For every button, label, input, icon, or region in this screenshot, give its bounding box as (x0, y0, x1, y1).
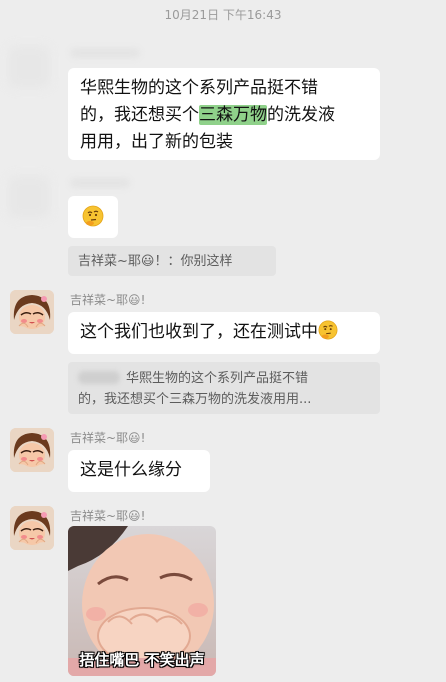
girl-avatar-icon (10, 428, 54, 472)
message-bubble[interactable]: 这是什么缘分 (68, 450, 210, 492)
sender-name: 吉祥菜~耶😃! (70, 293, 146, 307)
sender-name: 吉祥菜~耶😃! (70, 509, 146, 523)
quote-line: 华熙生物的这个系列产品挺不错 (78, 368, 370, 389)
message-line: 的，我还想买个三森万物的洗发液 (80, 102, 368, 129)
blurred-avatar (8, 46, 50, 88)
thinking-face-emoji-icon (318, 320, 338, 340)
thinking-face-emoji-icon (82, 205, 104, 227)
sender-name: 吉祥菜~耶😃! (70, 431, 146, 445)
sticker-image[interactable]: 捂住嘴巴 不笑出声 (68, 526, 216, 676)
message-line: 华熙生物的这个系列产品挺不错 (80, 78, 318, 98)
sticker-caption: 捂住嘴巴 不笑出声 (79, 651, 205, 669)
quoted-reply[interactable]: 吉祥菜~耶😃！：你别这样 (68, 246, 276, 276)
quote-line: 的，我还想买个三森万物的洗发液用用... (78, 392, 312, 407)
message-bubble[interactable] (68, 196, 118, 238)
message-text: 这是什么缘分 (80, 460, 182, 480)
message-bubble[interactable]: 这个我们也收到了，还在测试中 (68, 312, 380, 354)
message-text: 的洗发液 (267, 105, 335, 125)
avatar[interactable] (10, 428, 54, 472)
timestamp: 10月21日 下午16:43 (164, 8, 282, 22)
blurred-sender-name (70, 48, 140, 58)
highlighted-text: 三森万物 (199, 105, 267, 125)
quote-text: 华熙生物的这个系列产品挺不错 (126, 371, 309, 386)
message-line: 用用，出了新的包装 (80, 132, 233, 152)
girl-avatar-icon (10, 506, 54, 550)
quoted-reply[interactable]: 华熙生物的这个系列产品挺不错 的，我还想买个三森万物的洗发液用用... (68, 362, 380, 414)
message-text: 这个我们也收到了，还在测试中 (80, 322, 318, 342)
avatar[interactable] (10, 506, 54, 550)
blurred-avatar (8, 176, 50, 218)
blurred-quote-sender (78, 371, 120, 384)
message-text: 的，我还想买个 (80, 105, 199, 125)
message-bubble[interactable]: 华熙生物的这个系列产品挺不错 的，我还想买个三森万物的洗发液 用用，出了新的包装 (68, 68, 380, 160)
girl-avatar-icon (10, 290, 54, 334)
avatar[interactable] (10, 290, 54, 334)
blurred-sender-name (70, 178, 130, 188)
